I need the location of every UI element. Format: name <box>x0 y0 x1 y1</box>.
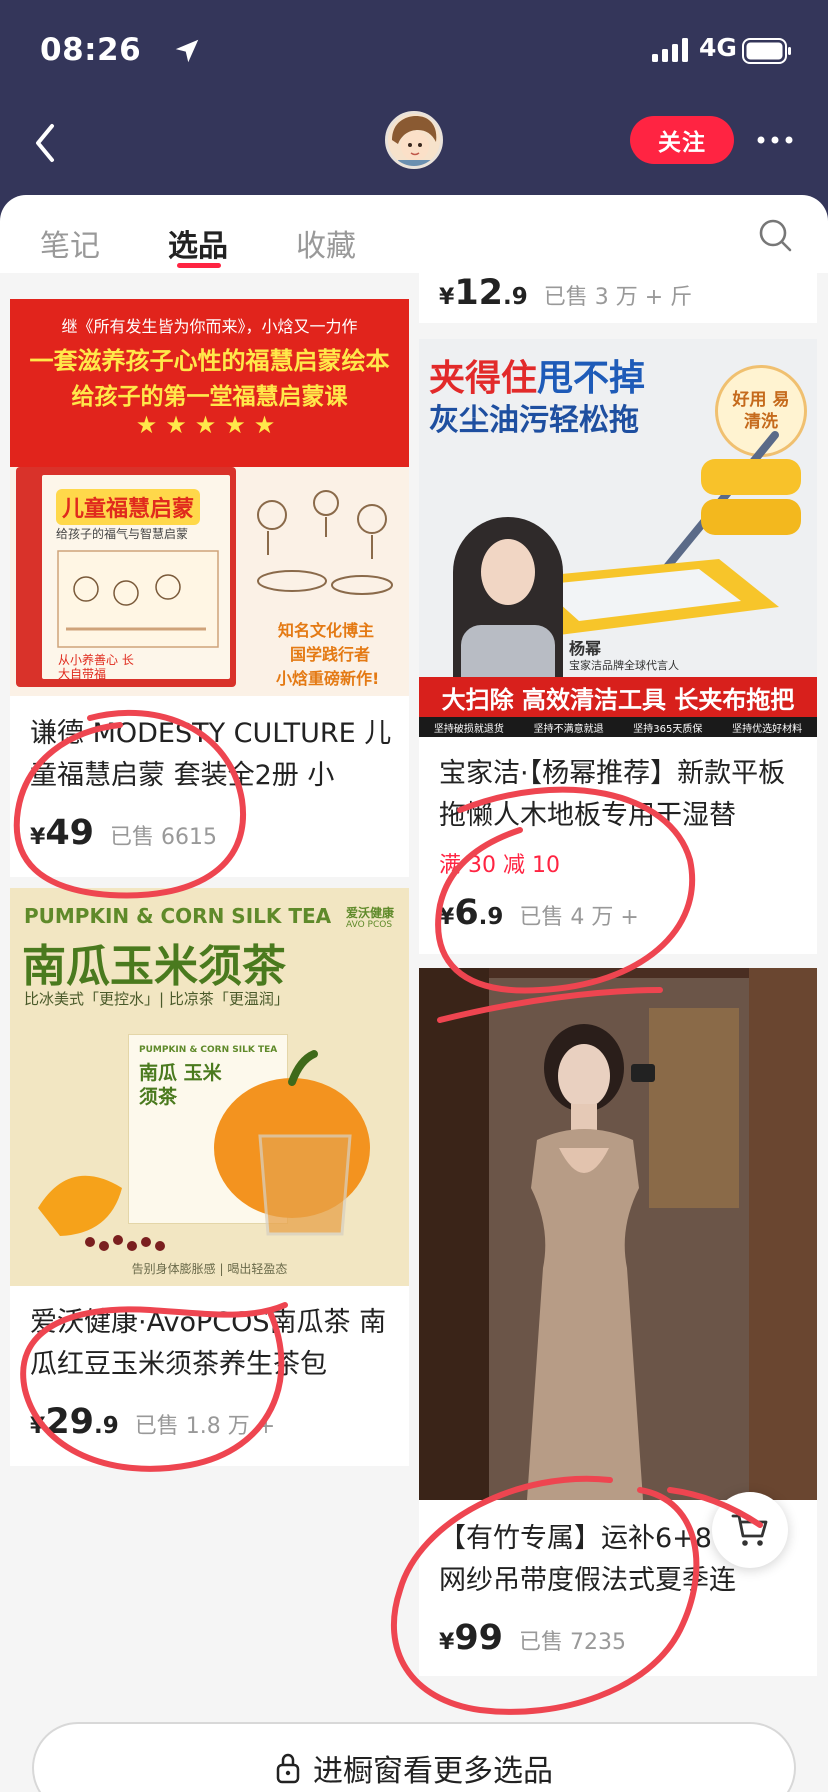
lock-icon <box>276 1753 300 1784</box>
price-row: ¥ 6 .9 已售 4 万 + <box>439 893 639 933</box>
badge-text: 国学践行者 <box>290 645 371 664</box>
avatar[interactable] <box>385 111 443 169</box>
product-image: 夹得住甩不掉 灰尘油污轻松拖 好用 易清洗 杨幂 宝家洁品牌全球代言人 大扫除 … <box>419 339 817 737</box>
price-integer: 29 <box>45 1402 95 1442</box>
view-showcase-button[interactable]: 进橱窗看更多选品 <box>32 1722 796 1792</box>
product-title: 谦德 MODESTY CULTURE 儿童福慧启蒙 套装全2册 小 <box>30 718 392 791</box>
tab-bar: 笔记 选品 收藏 <box>0 195 828 273</box>
price-currency: ¥ <box>439 905 455 930</box>
price-integer: 12 <box>454 273 504 313</box>
price-row: ¥ 99 已售 7235 <box>439 1618 626 1658</box>
product-card[interactable]: 夹得住甩不掉 灰尘油污轻松拖 好用 易清洗 杨幂 宝家洁品牌全球代言人 大扫除 … <box>419 339 817 954</box>
view-showcase-label: 进橱窗看更多选品 <box>313 1754 553 1789</box>
image-banner: 大扫除 高效清洁工具 长夹布拖把 <box>419 677 817 717</box>
product-image: PUMPKIN & CORN SILK TEA 爱沃健康 AVO PCOS 南瓜… <box>10 888 409 1286</box>
price-integer: 99 <box>454 1618 504 1658</box>
search-icon[interactable] <box>757 217 793 253</box>
price-decimal: .9 <box>94 1413 119 1439</box>
tea-illustration <box>38 1050 370 1251</box>
book-subtitle: 给孩子的福气与智慧启蒙 <box>56 527 189 541</box>
signal-bars-icon <box>652 38 688 62</box>
back-chevron-icon[interactable] <box>30 118 60 168</box>
price-row: ¥ 49 已售 6615 <box>30 813 217 853</box>
star-row: ★★★★★ <box>135 411 284 439</box>
status-bar: 08:26 4G <box>0 0 828 100</box>
image-headline: 夹得住甩不掉 <box>429 358 646 399</box>
perk-text: 坚持不满意就退 <box>533 723 604 735</box>
brand-logo-en: AVO PCOS <box>346 920 393 930</box>
price-row: ¥ 29 .9 已售 1.8 万 + <box>30 1402 275 1442</box>
tab-notes[interactable]: 笔记 <box>40 221 100 265</box>
sold-count: 已售 7235 <box>519 1630 627 1655</box>
book-title: 儿童福慧启蒙 <box>56 489 201 525</box>
tab-favorites[interactable]: 收藏 <box>296 221 356 265</box>
status-time: 08:26 <box>40 32 142 68</box>
perk-text: 坚持破损就退货 <box>433 723 504 735</box>
image-text-line: 继《所有发生皆为你而来》，小焓又一力作 <box>61 317 358 336</box>
price-decimal: .9 <box>478 904 504 930</box>
book-cover: 儿童福慧启蒙 给孩子的福气与智慧启蒙 从小养善心 长大自带福 <box>16 467 236 687</box>
price-currency: ¥ <box>439 1630 455 1655</box>
spokesperson-title: 宝家洁品牌全球代言人 <box>569 659 679 672</box>
screen: 08:26 4G 关注 笔记 选品 收藏 ¥ 12 .9 已售 3 万 + 斤 … <box>0 0 828 1792</box>
dress-photo <box>419 968 817 1500</box>
image-footer: 告别身体膨胀感 | 喝出轻盈态 <box>131 1262 288 1276</box>
battery-icon <box>742 38 791 64</box>
tab-selections[interactable]: 选品 <box>168 221 228 265</box>
price-currency: ¥ <box>439 285 455 310</box>
avatar-illustration <box>388 114 440 166</box>
product-title: 【有竹专属】运补6+8 网纱吊带度假法式夏季连衣 <box>439 1523 736 1596</box>
book-spine-text: 从小养善心 长大自带福 <box>58 653 134 681</box>
product-card[interactable]: 继《所有发生皆为你而来》，小焓又一力作 一套滋养孩子心性的福慧启蒙绘本 给孩子的… <box>10 299 409 877</box>
image-en-title: PUMPKIN & CORN SILK TEA <box>24 904 332 928</box>
network-type: 4G <box>699 33 737 62</box>
product-image <box>419 968 817 1500</box>
product-title: 宝家洁·【杨幂推荐】新款平板拖懒人木地板专用干湿替 <box>439 758 786 831</box>
price-decimal: .9 <box>503 284 528 310</box>
image-perks: 坚持破损就退货 坚持不满意就退 坚持365天质保 坚持优选好材料 <box>419 717 817 737</box>
illustration-doodles <box>257 490 393 595</box>
image-cn-title: 南瓜玉米须茶 <box>22 941 286 992</box>
product-title: 爱沃健康·AvoPCOS南瓜茶 南瓜红豆玉米须茶养生茶包 <box>30 1307 387 1380</box>
price-currency: ¥ <box>30 1414 46 1439</box>
sold-count: 已售 1.8 万 + <box>134 1414 276 1439</box>
spokesperson-name: 杨幂 <box>569 639 602 658</box>
badge-text: 小焓重磅新作! <box>276 669 380 688</box>
image-text-line: 给孩子的第一堂福慧启蒙课 <box>71 384 348 410</box>
book-illustration <box>57 550 219 648</box>
product-card[interactable]: 【有竹专属】运补6+8 网纱吊带度假法式夏季连衣 ¥ 99 已售 7235 <box>419 968 817 1676</box>
price-integer: 49 <box>45 813 95 853</box>
image-text-line: 一套滋养孩子心性的福慧启蒙绘本 <box>29 347 390 375</box>
perk-text: 坚持优选好材料 <box>732 723 803 735</box>
shopping-cart-icon <box>731 1514 768 1546</box>
sold-count: 已售 6615 <box>110 825 218 850</box>
more-dots-icon[interactable] <box>755 134 795 146</box>
product-card-partial[interactable]: ¥ 12 .9 已售 3 万 + 斤 <box>419 273 817 323</box>
price-currency: ¥ <box>30 825 46 850</box>
shopping-cart-button[interactable] <box>712 1492 788 1568</box>
image-subtitle: 比冰美式「更控水」| 比凉茶「更温润」 <box>24 990 289 1008</box>
product-image: 继《所有发生皆为你而来》，小焓又一力作 一套滋养孩子心性的福慧启蒙绘本 给孩子的… <box>10 299 409 696</box>
badge-text: 知名文化博主 <box>278 621 375 640</box>
sold-count: 已售 4 万 + <box>519 905 639 930</box>
brand-logo-text: 爱沃健康 <box>346 906 395 920</box>
promo-tag: 满 30 减 10 <box>439 853 560 878</box>
product-card[interactable]: PUMPKIN & CORN SILK TEA 爱沃健康 AVO PCOS 南瓜… <box>10 888 409 1466</box>
active-tab-indicator <box>177 263 221 268</box>
perk-text: 坚持365天质保 <box>633 723 703 735</box>
spokesperson-photo <box>453 517 563 677</box>
location-arrow-icon <box>175 39 199 63</box>
follow-button[interactable]: 关注 <box>630 116 734 164</box>
price-integer: 6 <box>454 893 479 933</box>
sold-count: 已售 3 万 + 斤 <box>543 285 693 310</box>
price-row: ¥ 12 .9 已售 3 万 + 斤 <box>439 273 692 313</box>
